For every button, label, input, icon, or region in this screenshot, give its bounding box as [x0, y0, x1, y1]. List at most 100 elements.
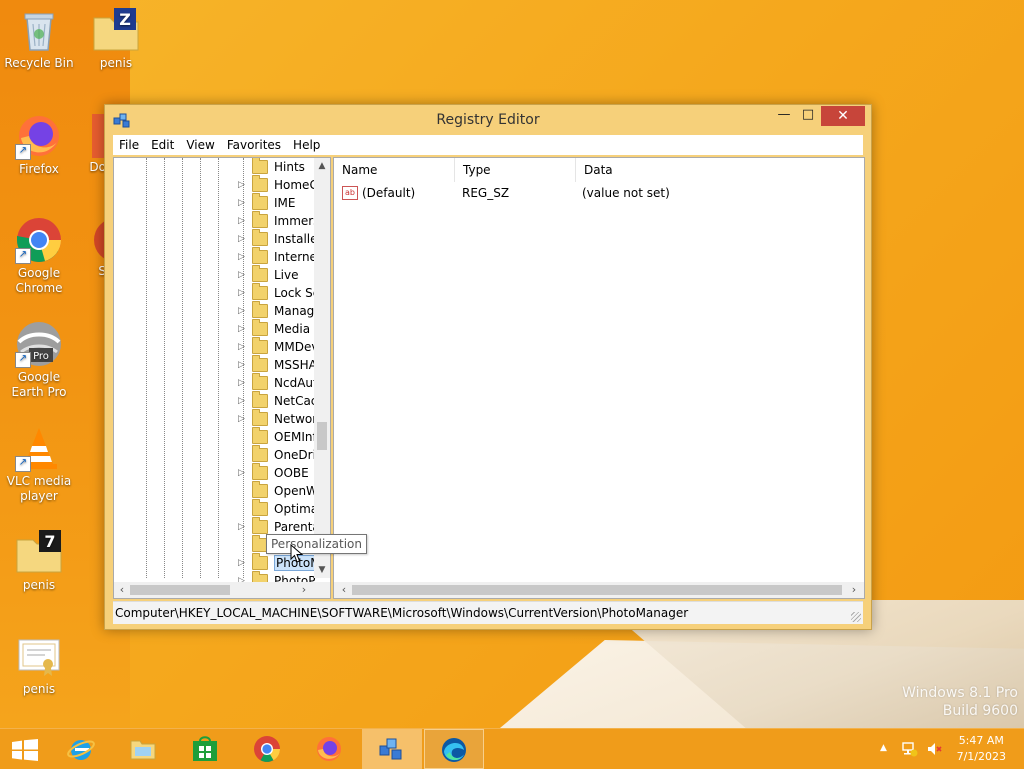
desktop-icon-penis-7z[interactable]: 7 penis [1, 528, 77, 593]
folder-icon [252, 247, 268, 264]
expand-arrow-icon[interactable]: ▷ [238, 252, 248, 262]
taskbar-firefox[interactable] [300, 729, 360, 769]
taskbar-store[interactable] [176, 729, 236, 769]
expand-arrow-icon[interactable]: ▷ [238, 216, 248, 226]
taskbar-internet-explorer[interactable] [52, 729, 112, 769]
desktop-icon-firefox[interactable]: ↗ Firefox [1, 112, 77, 177]
tree-item-selected[interactable]: ▷ PhotoM [238, 553, 323, 572]
folder-icon [252, 517, 268, 534]
expand-arrow-icon[interactable]: ▷ [238, 270, 248, 280]
windows-watermark: Windows 8.1 Pro Build 9600 [902, 684, 1018, 720]
tree-item[interactable]: ▷ HomeG [238, 175, 319, 194]
tree-item[interactable]: Hints [238, 158, 305, 176]
minimize-button[interactable]: — [773, 107, 795, 128]
taskbar-registry-editor[interactable] [362, 729, 422, 769]
tree-item[interactable]: ▷ Installer [238, 229, 322, 248]
scroll-thumb[interactable] [130, 585, 230, 595]
tree-item[interactable]: ▷ Immers [238, 211, 320, 230]
tree-item[interactable]: OpenW [238, 481, 318, 500]
tray-overflow-chevron-icon[interactable]: ▲ [880, 743, 887, 753]
desktop-icon-partial-do[interactable]: Do [72, 112, 106, 175]
desktop-icon-vlc[interactable]: ↗ VLC media player [1, 424, 77, 504]
desktop-icon-penis-cert[interactable]: penis [1, 632, 77, 697]
column-header-type[interactable]: Type [455, 158, 576, 182]
folder-icon [252, 481, 268, 498]
expand-arrow-icon[interactable]: ▷ [238, 558, 248, 568]
expand-arrow-icon[interactable]: ▷ [238, 342, 248, 352]
expand-arrow-icon[interactable]: ▷ [238, 324, 248, 334]
scroll-up-arrow-icon[interactable]: ▲ [314, 158, 330, 174]
tree-item[interactable]: ▷ IME [238, 193, 295, 212]
title-bar[interactable]: Registry Editor — □ ✕ [105, 105, 871, 135]
scroll-down-arrow-icon[interactable]: ▼ [314, 562, 330, 578]
desktop-icon-google-chrome[interactable]: ↗ Google Chrome [1, 216, 77, 296]
scroll-thumb[interactable] [352, 585, 842, 595]
expand-arrow-icon[interactable]: ▷ [238, 396, 248, 406]
values-pane[interactable]: Name Type Data ab (Default) REG_SZ (value… [333, 157, 865, 599]
menu-favorites[interactable]: Favorites [221, 135, 287, 155]
tree-item[interactable]: ▷ Live [238, 265, 299, 284]
scroll-left-arrow-icon[interactable]: ‹ [336, 582, 352, 598]
desktop-icon-penis-zip[interactable]: Z penis [78, 6, 154, 71]
expand-arrow-icon[interactable]: ▷ [238, 468, 248, 478]
expand-arrow-icon[interactable]: ▷ [238, 378, 248, 388]
expand-arrow-icon[interactable]: ▷ [238, 198, 248, 208]
tree-item[interactable]: ▷ OOBE [238, 463, 309, 482]
expand-arrow-icon[interactable]: ▷ [238, 180, 248, 190]
scroll-right-arrow-icon[interactable]: › [296, 582, 312, 598]
column-header-data[interactable]: Data [576, 158, 864, 182]
column-header-name[interactable]: Name [334, 158, 455, 182]
desktop-icon-recycle-bin[interactable]: Recycle Bin [1, 6, 77, 71]
tree-item[interactable]: ▷ Media C [238, 319, 322, 338]
tree-horizontal-scrollbar[interactable]: ‹ › [114, 582, 330, 598]
menu-view[interactable]: View [180, 135, 220, 155]
tree-item[interactable]: ▷ MSSHA [238, 355, 317, 374]
volume-muted-icon[interactable] [926, 741, 942, 757]
menu-bar: File Edit View Favorites Help [113, 135, 863, 155]
scroll-left-arrow-icon[interactable]: ‹ [114, 582, 130, 598]
desktop-icon-label: penis [99, 56, 133, 70]
maximize-button[interactable]: □ [797, 107, 819, 128]
desktop-icon-google-earth-pro[interactable]: Pro ↗ Google Earth Pro [1, 320, 77, 400]
menu-file[interactable]: File [113, 135, 145, 155]
scroll-right-arrow-icon[interactable]: › [846, 582, 862, 598]
desktop-icon-partial-s[interactable]: S [72, 216, 106, 279]
tree-item[interactable]: OneDriv [238, 445, 323, 464]
registry-editor-window[interactable]: Registry Editor — □ ✕ File Edit View Favori… [104, 104, 872, 630]
tree-item[interactable]: ▷ NetCac [238, 391, 317, 410]
expand-arrow-icon[interactable]: ▷ [238, 306, 248, 316]
tree-item[interactable]: ▷ NcdAut [238, 373, 318, 392]
values-horizontal-scrollbar[interactable]: ‹ › [334, 582, 864, 598]
tree-item[interactable]: ▷ Lock Sc [238, 283, 319, 302]
firefox-icon: ↗ [15, 112, 63, 160]
mouse-cursor-icon [290, 544, 304, 563]
expand-arrow-icon[interactable]: ▷ [238, 288, 248, 298]
close-button[interactable]: ✕ [821, 106, 865, 126]
menu-edit[interactable]: Edit [145, 135, 180, 155]
expand-arrow-icon[interactable]: ▷ [238, 234, 248, 244]
expand-arrow-icon[interactable]: ▷ [238, 360, 248, 370]
tree-item[interactable]: ▷ Networ [238, 409, 317, 428]
start-button[interactable] [0, 729, 50, 769]
tree-item[interactable]: ▷ MMDev [238, 337, 318, 356]
taskbar: ▲ 5:47 AM 7/1/2023 [0, 728, 1024, 769]
taskbar-chrome[interactable] [238, 729, 298, 769]
expand-arrow-icon[interactable]: ▷ [238, 414, 248, 424]
menu-help[interactable]: Help [287, 135, 326, 155]
tree-item[interactable]: Optima [238, 499, 318, 518]
network-icon[interactable] [902, 741, 918, 757]
tree-item[interactable]: OEMInf [238, 427, 317, 446]
scroll-thumb[interactable] [317, 422, 327, 450]
tree-vertical-scrollbar[interactable]: ▲ ▼ [314, 158, 330, 578]
key-tree-pane[interactable]: Hints ▷ HomeG ▷ IME ▷ Immers ▷ Installer ▷ In… [113, 157, 331, 599]
resize-grip-icon[interactable] [851, 612, 861, 622]
folder-icon [252, 193, 268, 210]
clock[interactable]: 5:47 AM 7/1/2023 [957, 733, 1006, 765]
expand-arrow-icon[interactable]: ▷ [238, 522, 248, 532]
values-header: Name Type Data [334, 158, 864, 182]
taskbar-file-explorer[interactable] [114, 729, 174, 769]
tree-item[interactable]: ▷ Internet [238, 247, 322, 266]
value-row[interactable]: ab (Default) REG_SZ (value not set) [334, 184, 842, 202]
taskbar-edge[interactable] [424, 729, 484, 769]
tree-item[interactable]: ▷ Manage [238, 301, 322, 320]
